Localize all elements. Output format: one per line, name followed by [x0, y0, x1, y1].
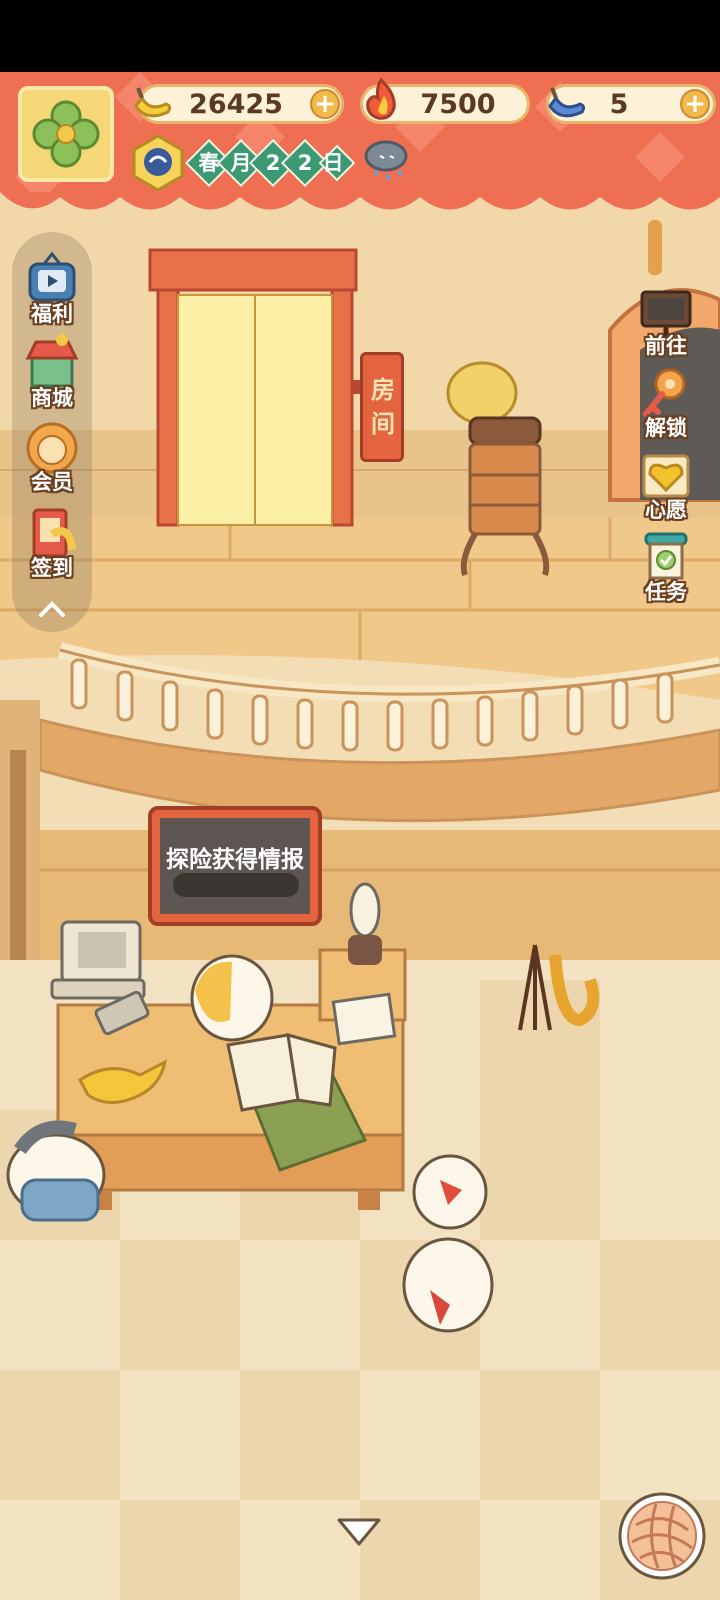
checkin-button[interactable]: 签到	[12, 504, 92, 582]
game-scene[interactable]: 房 间 探险获得情报 福利 商城 会员 签到 前往 解锁 心愿 任务	[0, 72, 720, 1600]
wish-button[interactable]: 心愿	[626, 446, 706, 524]
add-banana-button[interactable]: +	[310, 89, 340, 119]
room-sign[interactable]: 房 间	[360, 352, 404, 462]
welfare-button[interactable]: 福利	[12, 250, 92, 328]
cat-character[interactable]	[190, 942, 280, 1032]
walking-cat-character[interactable]	[395, 1232, 495, 1402]
date-display: 春 月 2 2 日	[184, 138, 356, 188]
yarn-ball-button[interactable]	[616, 1490, 708, 1582]
blue-banana-icon	[540, 76, 590, 130]
unlock-button[interactable]: 解锁	[626, 364, 706, 442]
task-label: 任务	[645, 580, 687, 604]
add-blue-banana-button[interactable]: +	[680, 89, 710, 119]
member-label: 会员	[31, 470, 73, 494]
blue-banana-count: 5	[609, 89, 629, 120]
shop-label: 商城	[31, 386, 73, 410]
masked-cat-character[interactable]	[5, 1122, 110, 1242]
player-avatar[interactable]	[18, 86, 114, 182]
season-clock-icon[interactable]	[128, 132, 188, 196]
banana-count: 26425	[189, 89, 283, 120]
top-banner: 26425 + 7500 5 + 春 月 2 2 日	[0, 72, 720, 222]
scene-art	[0, 180, 720, 1600]
rain-cloud-icon[interactable]	[360, 136, 412, 190]
task-button[interactable]: 任务	[626, 528, 706, 606]
unlock-label: 解锁	[645, 416, 687, 440]
status-bar	[0, 0, 720, 72]
shop-button[interactable]: 商城	[12, 334, 92, 412]
welfare-label: 福利	[31, 302, 73, 326]
checkin-label: 签到	[31, 556, 73, 580]
wish-label: 心愿	[645, 498, 687, 522]
member-button[interactable]: 会员	[12, 418, 92, 496]
scroll-down-arrow-icon[interactable]	[334, 1512, 384, 1552]
date-day-label: 日	[322, 151, 344, 175]
flame-icon	[356, 74, 406, 128]
room-sign-char-2: 间	[371, 410, 395, 438]
goto-button[interactable]: 前往	[626, 282, 706, 360]
goto-label: 前往	[645, 334, 687, 358]
info-board-title[interactable]: 探险获得情报	[157, 840, 313, 874]
banana-icon	[126, 76, 176, 130]
clover-icon	[32, 100, 100, 168]
flame-count: 7500	[420, 89, 496, 120]
room-sign-char-1: 房	[371, 376, 395, 404]
collapse-menu-chevron-icon[interactable]	[37, 597, 67, 621]
